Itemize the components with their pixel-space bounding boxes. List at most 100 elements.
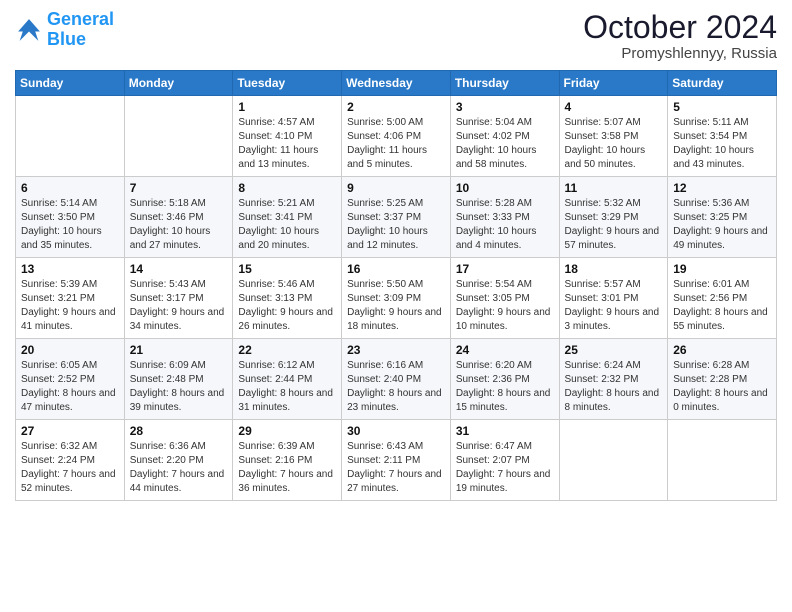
day-info: Sunrise: 5:21 AMSunset: 3:41 PMDaylight:… [238, 197, 336, 253]
daylight-text: Daylight: 9 hours and 18 minutes. [347, 306, 445, 334]
table-row: 11Sunrise: 5:32 AMSunset: 3:29 PMDayligh… [559, 177, 668, 258]
sunrise-text: Sunrise: 6:28 AM [673, 359, 771, 373]
location: Promyshlennyy, Russia [583, 45, 777, 62]
calendar-header-row: Sunday Monday Tuesday Wednesday Thursday… [16, 71, 777, 96]
daylight-text: Daylight: 10 hours and 12 minutes. [347, 225, 445, 253]
daylight-text: Daylight: 8 hours and 39 minutes. [130, 387, 228, 415]
sunset-text: Sunset: 2:44 PM [238, 373, 336, 387]
day-info: Sunrise: 5:57 AMSunset: 3:01 PMDaylight:… [565, 278, 663, 334]
table-row: 14Sunrise: 5:43 AMSunset: 3:17 PMDayligh… [124, 258, 233, 339]
table-row: 13Sunrise: 5:39 AMSunset: 3:21 PMDayligh… [16, 258, 125, 339]
table-row: 8 Sunrise: 5:21 AMSunset: 3:41 PMDaylight… [233, 177, 342, 258]
sunrise-text: Sunrise: 5:07 AM [565, 116, 663, 130]
table-row: 10Sunrise: 5:28 AMSunset: 3:33 PMDayligh… [450, 177, 559, 258]
calendar-week-row: 27Sunrise: 6:32 AMSunset: 2:24 PMDayligh… [16, 420, 777, 501]
day-info: Sunrise: 4:57 AMSunset: 4:10 PMDaylight:… [238, 116, 336, 172]
day-number: 25 [565, 343, 663, 357]
day-number: 21 [130, 343, 228, 357]
table-row [124, 96, 233, 177]
day-info: Sunrise: 6:36 AMSunset: 2:20 PMDaylight:… [130, 440, 228, 496]
sunset-text: Sunset: 2:36 PM [456, 373, 554, 387]
logo-general: General [47, 9, 114, 29]
sunrise-text: Sunrise: 6:43 AM [347, 440, 445, 454]
table-row: 15Sunrise: 5:46 AMSunset: 3:13 PMDayligh… [233, 258, 342, 339]
table-row: 27Sunrise: 6:32 AMSunset: 2:24 PMDayligh… [16, 420, 125, 501]
daylight-text: Daylight: 8 hours and 47 minutes. [21, 387, 119, 415]
table-row: 25Sunrise: 6:24 AMSunset: 2:32 PMDayligh… [559, 339, 668, 420]
daylight-text: Daylight: 10 hours and 27 minutes. [130, 225, 228, 253]
daylight-text: Daylight: 7 hours and 27 minutes. [347, 468, 445, 496]
day-number: 1 [238, 100, 336, 114]
sunrise-text: Sunrise: 5:32 AM [565, 197, 663, 211]
sunrise-text: Sunrise: 5:46 AM [238, 278, 336, 292]
logo-text: General Blue [47, 10, 114, 50]
sunset-text: Sunset: 4:06 PM [347, 130, 445, 144]
day-number: 17 [456, 262, 554, 276]
table-row: 1 Sunrise: 4:57 AMSunset: 4:10 PMDaylight… [233, 96, 342, 177]
sunset-text: Sunset: 3:41 PM [238, 211, 336, 225]
sunset-text: Sunset: 3:58 PM [565, 130, 663, 144]
day-info: Sunrise: 5:14 AMSunset: 3:50 PMDaylight:… [21, 197, 119, 253]
table-row: 19Sunrise: 6:01 AMSunset: 2:56 PMDayligh… [668, 258, 777, 339]
daylight-text: Daylight: 10 hours and 35 minutes. [21, 225, 119, 253]
sunset-text: Sunset: 3:37 PM [347, 211, 445, 225]
day-number: 30 [347, 424, 445, 438]
sunrise-text: Sunrise: 6:36 AM [130, 440, 228, 454]
day-info: Sunrise: 6:47 AMSunset: 2:07 PMDaylight:… [456, 440, 554, 496]
table-row: 2Sunrise: 5:00 AMSunset: 4:06 PMDaylight… [342, 96, 451, 177]
day-info: Sunrise: 5:54 AMSunset: 3:05 PMDaylight:… [456, 278, 554, 334]
day-info: Sunrise: 6:12 AMSunset: 2:44 PMDaylight:… [238, 359, 336, 415]
table-row: 30Sunrise: 6:43 AMSunset: 2:11 PMDayligh… [342, 420, 451, 501]
header-friday: Friday [559, 71, 668, 96]
sunset-text: Sunset: 3:01 PM [565, 292, 663, 306]
sunset-text: Sunset: 2:16 PM [238, 454, 336, 468]
daylight-text: Daylight: 8 hours and 15 minutes. [456, 387, 554, 415]
day-number: 27 [21, 424, 119, 438]
header-sunday: Sunday [16, 71, 125, 96]
sunset-text: Sunset: 3:05 PM [456, 292, 554, 306]
day-number: 6 [21, 181, 119, 195]
calendar-week-row: 6 Sunrise: 5:14 AMSunset: 3:50 PMDaylight… [16, 177, 777, 258]
sunrise-text: Sunrise: 4:57 AM [238, 116, 336, 130]
sunrise-text: Sunrise: 5:54 AM [456, 278, 554, 292]
table-row: 28Sunrise: 6:36 AMSunset: 2:20 PMDayligh… [124, 420, 233, 501]
sunset-text: Sunset: 2:28 PM [673, 373, 771, 387]
table-row: 4Sunrise: 5:07 AMSunset: 3:58 PMDaylight… [559, 96, 668, 177]
daylight-text: Daylight: 7 hours and 36 minutes. [238, 468, 336, 496]
table-row: 24Sunrise: 6:20 AMSunset: 2:36 PMDayligh… [450, 339, 559, 420]
sunset-text: Sunset: 4:02 PM [456, 130, 554, 144]
daylight-text: Daylight: 8 hours and 31 minutes. [238, 387, 336, 415]
sunrise-text: Sunrise: 5:14 AM [21, 197, 119, 211]
page: General Blue October 2024 Promyshlennyy,… [0, 0, 792, 612]
sunset-text: Sunset: 3:33 PM [456, 211, 554, 225]
day-number: 7 [130, 181, 228, 195]
sunset-text: Sunset: 2:32 PM [565, 373, 663, 387]
calendar-week-row: 20Sunrise: 6:05 AMSunset: 2:52 PMDayligh… [16, 339, 777, 420]
sunrise-text: Sunrise: 5:00 AM [347, 116, 445, 130]
day-info: Sunrise: 5:28 AMSunset: 3:33 PMDaylight:… [456, 197, 554, 253]
daylight-text: Daylight: 7 hours and 44 minutes. [130, 468, 228, 496]
day-number: 26 [673, 343, 771, 357]
day-number: 23 [347, 343, 445, 357]
table-row: 31Sunrise: 6:47 AMSunset: 2:07 PMDayligh… [450, 420, 559, 501]
daylight-text: Daylight: 7 hours and 19 minutes. [456, 468, 554, 496]
day-number: 13 [21, 262, 119, 276]
table-row: 5Sunrise: 5:11 AMSunset: 3:54 PMDaylight… [668, 96, 777, 177]
table-row: 29Sunrise: 6:39 AMSunset: 2:16 PMDayligh… [233, 420, 342, 501]
calendar-week-row: 1Sunrise: 4:57 AMSunset: 4:10 PMDaylight… [16, 96, 777, 177]
sunrise-text: Sunrise: 5:25 AM [347, 197, 445, 211]
sunset-text: Sunset: 2:07 PM [456, 454, 554, 468]
sunset-text: Sunset: 3:46 PM [130, 211, 228, 225]
sunrise-text: Sunrise: 6:47 AM [456, 440, 554, 454]
sunrise-text: Sunrise: 5:28 AM [456, 197, 554, 211]
sunset-text: Sunset: 2:52 PM [21, 373, 119, 387]
sunset-text: Sunset: 2:20 PM [130, 454, 228, 468]
table-row: 23Sunrise: 6:16 AMSunset: 2:40 PMDayligh… [342, 339, 451, 420]
day-number: 8 [238, 181, 336, 195]
sunrise-text: Sunrise: 5:18 AM [130, 197, 228, 211]
table-row: 20Sunrise: 6:05 AMSunset: 2:52 PMDayligh… [16, 339, 125, 420]
table-row: 9Sunrise: 5:25 AMSunset: 3:37 PMDaylight… [342, 177, 451, 258]
sunset-text: Sunset: 4:10 PM [238, 130, 336, 144]
daylight-text: Daylight: 10 hours and 58 minutes. [456, 144, 554, 172]
day-info: Sunrise: 6:05 AMSunset: 2:52 PMDaylight:… [21, 359, 119, 415]
